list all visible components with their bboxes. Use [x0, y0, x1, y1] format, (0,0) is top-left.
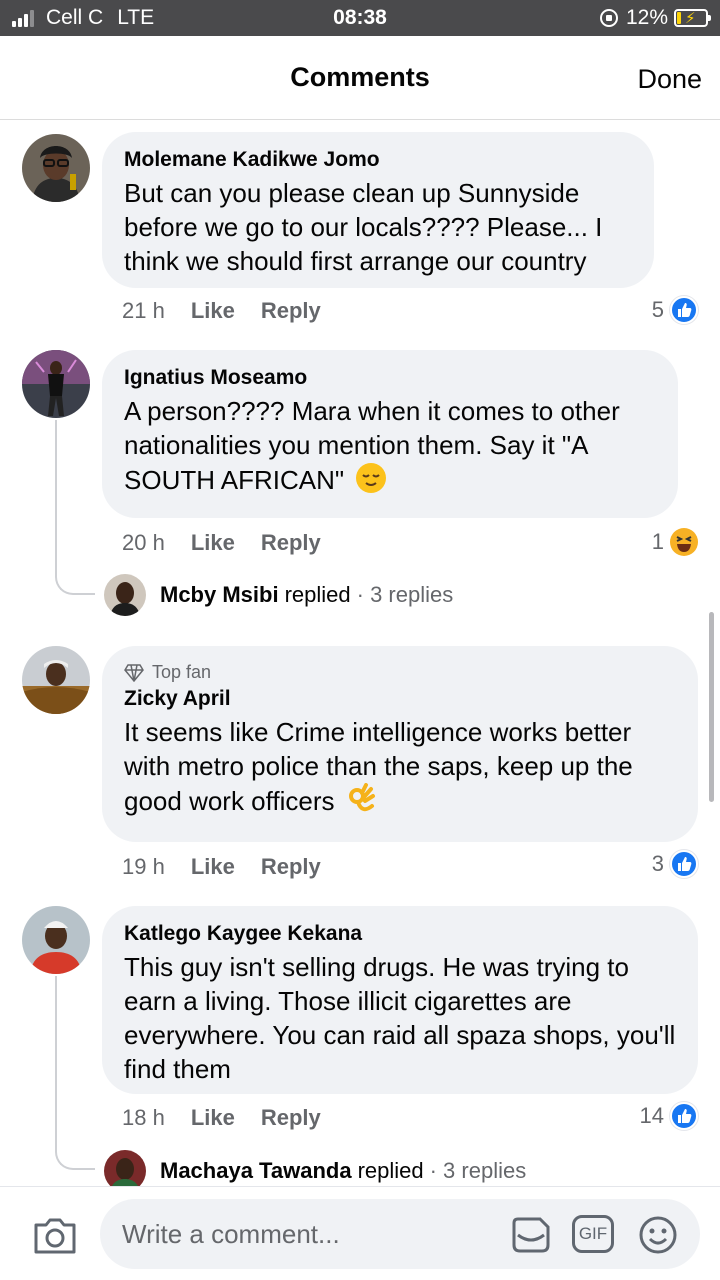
like-button[interactable]: Like	[191, 854, 235, 880]
comment-text: But can you please clean up Sunnyside be…	[124, 178, 603, 276]
reply-preview[interactable]: Mcby Msibi replied · 3 replies	[104, 574, 453, 616]
top-fan-badge: Top fan	[124, 662, 678, 683]
comment-bubble[interactable]: Ignatius Moseamo A person???? Mara when …	[102, 350, 678, 518]
sticker-icon[interactable]	[510, 1215, 552, 1260]
comments-header: Comments Done	[0, 36, 720, 120]
reply-count: · 3 replies	[356, 582, 454, 607]
comment-composer: Write a comment... GIF	[0, 1186, 720, 1280]
comment-meta: 20 h Like Reply	[122, 530, 347, 556]
comment-meta: 21 h Like Reply	[122, 298, 347, 324]
comment-placeholder: Write a comment...	[122, 1219, 340, 1249]
avatar[interactable]	[22, 646, 90, 714]
thread-connector	[55, 976, 95, 1170]
comment-bubble[interactable]: Top fan Zicky April It seems like Crime …	[102, 646, 698, 842]
comment-bubble[interactable]: Molemane Kadikwe Jomo But can you please…	[102, 132, 654, 288]
avatar[interactable]	[22, 906, 90, 974]
relieved-face-emoji	[355, 462, 387, 502]
comment-text: This guy isn't selling drugs. He was try…	[124, 952, 676, 1084]
gif-icon[interactable]: GIF	[572, 1215, 614, 1253]
reaction-summary[interactable]: 14	[640, 1102, 698, 1130]
comment-text: A person???? Mara when it comes to other…	[124, 394, 658, 502]
diamond-icon	[124, 663, 144, 682]
reaction-count: 1	[651, 529, 664, 554]
reaction-summary[interactable]: 5	[652, 296, 698, 324]
reply-button[interactable]: Reply	[261, 530, 321, 556]
comment-bubble[interactable]: Katlego Kaygee Kekana This guy isn't sel…	[102, 906, 698, 1094]
comment-input[interactable]: Write a comment... GIF	[100, 1199, 700, 1269]
battery-charging-icon: ⚡	[674, 9, 711, 27]
status-right: 12% ⚡	[599, 6, 711, 30]
like-icon	[670, 296, 698, 324]
like-icon	[670, 850, 698, 878]
page-title: Comments	[290, 62, 430, 92]
reply-count: · 3 replies	[429, 1158, 527, 1183]
comment-time: 21 h	[122, 298, 165, 323]
reaction-summary[interactable]: 1	[652, 528, 698, 556]
reply-action: replied	[284, 582, 351, 607]
like-button[interactable]: Like	[191, 1105, 235, 1131]
done-button[interactable]: Done	[637, 64, 702, 95]
reply-button[interactable]: Reply	[261, 1105, 321, 1131]
battery-percent: 12%	[625, 6, 668, 29]
emoji-icon[interactable]	[638, 1215, 678, 1260]
avatar[interactable]	[22, 134, 90, 202]
like-button[interactable]: Like	[191, 298, 235, 324]
status-bar: Cell C LTE 08:38 12% ⚡	[0, 0, 720, 36]
like-icon	[670, 1102, 698, 1130]
reply-author: Machaya Tawanda	[160, 1158, 352, 1183]
reply-button[interactable]: Reply	[261, 854, 321, 880]
comment-time: 19 h	[122, 854, 165, 879]
reaction-summary[interactable]: 3	[652, 850, 698, 878]
ok-hand-emoji	[346, 783, 378, 823]
scrollbar[interactable]	[709, 612, 714, 802]
comment-text-body: It seems like Crime intelligence works b…	[124, 717, 633, 816]
comment-author[interactable]: Ignatius Moseamo	[124, 366, 658, 390]
comment-meta: 18 h Like Reply	[122, 1105, 347, 1131]
comment-author[interactable]: Zicky April	[124, 687, 678, 711]
reply-author: Mcby Msibi	[160, 582, 279, 607]
comment-meta: 19 h Like Reply	[122, 854, 347, 880]
comment-time: 18 h	[122, 1105, 165, 1130]
avatar[interactable]	[22, 350, 90, 418]
reply-button[interactable]: Reply	[261, 298, 321, 324]
reaction-count: 5	[651, 297, 664, 322]
thread-connector	[55, 420, 95, 595]
gif-label: GIF	[578, 1224, 608, 1243]
reaction-count: 3	[651, 851, 664, 876]
comment-text: It seems like Crime intelligence works b…	[124, 715, 678, 823]
top-fan-label: Top fan	[152, 662, 212, 682]
like-button[interactable]: Like	[191, 530, 235, 556]
reaction-count: 14	[639, 1103, 664, 1128]
comment-author[interactable]: Katlego Kaygee Kekana	[124, 922, 678, 946]
camera-icon[interactable]	[32, 1217, 78, 1260]
reply-avatar	[104, 574, 146, 616]
haha-icon	[670, 528, 698, 556]
comment-time: 20 h	[122, 530, 165, 555]
reply-action: replied	[357, 1158, 424, 1183]
comment-author[interactable]: Molemane Kadikwe Jomo	[124, 148, 634, 172]
rotation-lock-icon	[599, 9, 618, 27]
